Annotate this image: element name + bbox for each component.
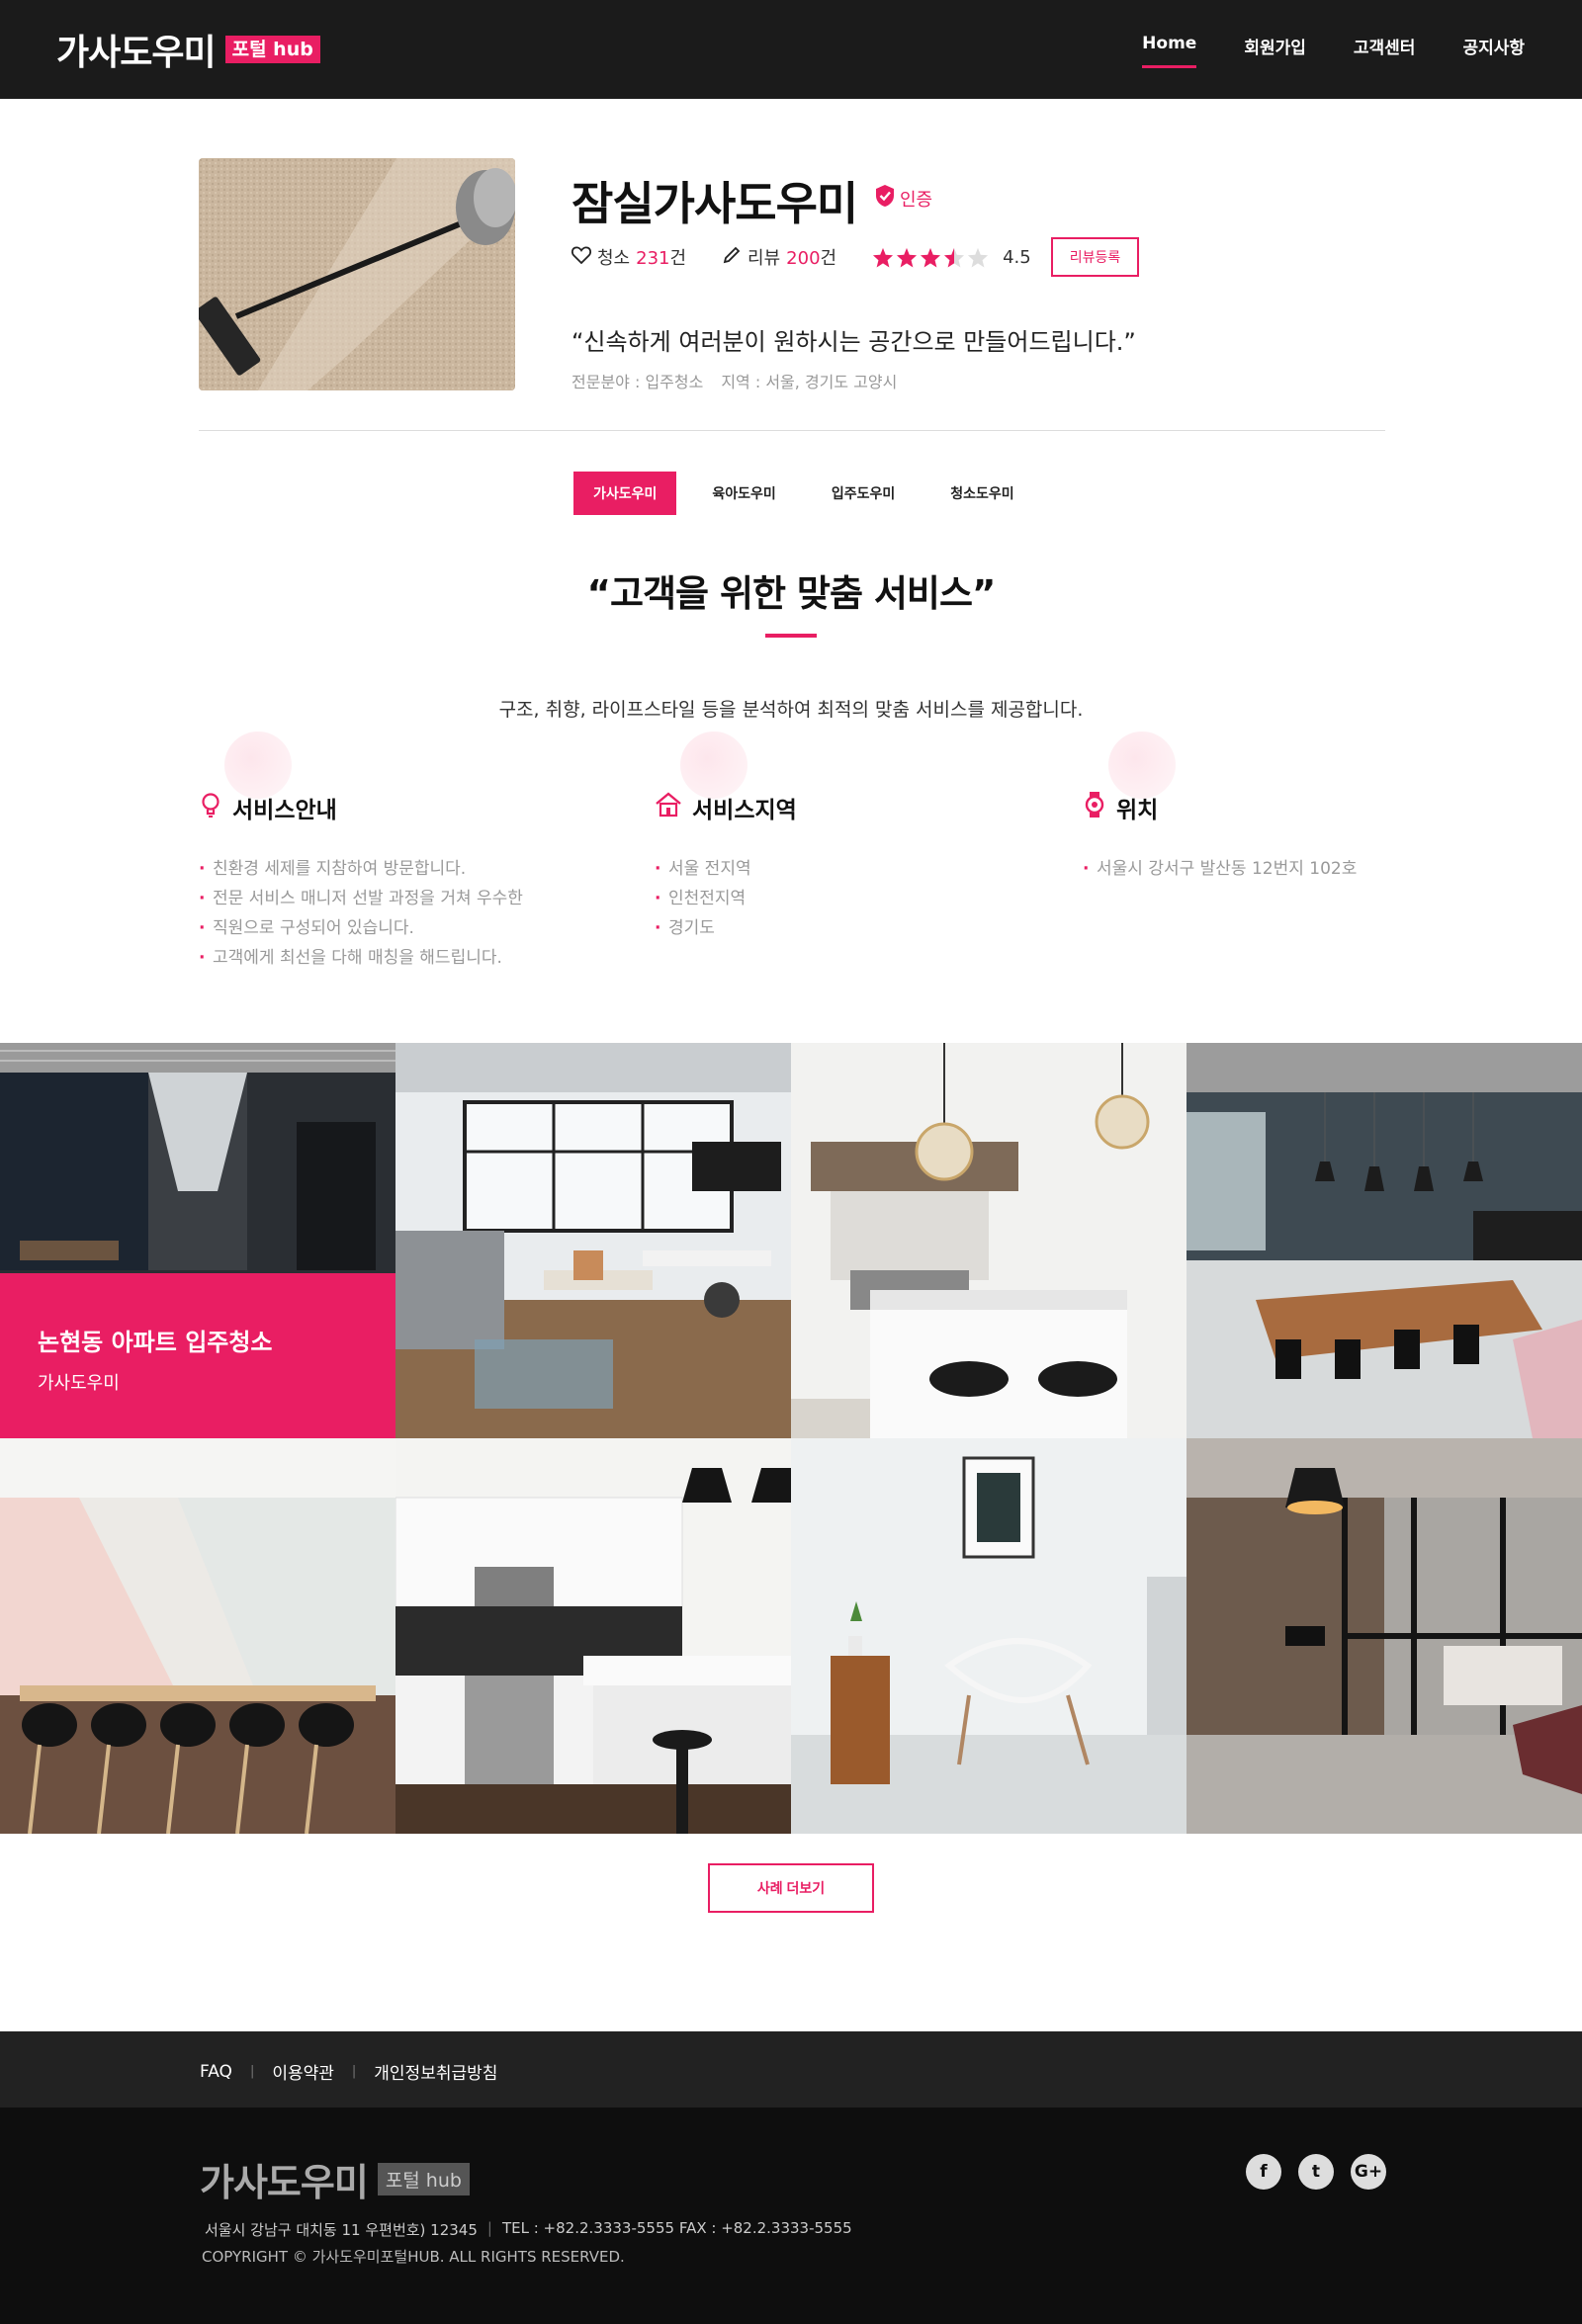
- logo-text: 가사도우미: [56, 33, 217, 73]
- pencil-icon: [722, 245, 742, 270]
- copyright: COPYRIGHT © 가사도우미포털HUB. ALL RIGHTS RESER…: [202, 2248, 625, 2266]
- footer-link-terms[interactable]: 이용약관: [272, 2059, 334, 2084]
- info-title: 위치: [1116, 798, 1159, 823]
- gallery-item[interactable]: [1186, 1438, 1582, 1834]
- list-item: 친환경 세제를 지참하여 방문합니다.: [199, 854, 574, 884]
- info-service-area: 서비스지역 서울 전지역 인천전지역 경기도: [655, 732, 1030, 943]
- clean-label: 청소: [597, 248, 631, 269]
- divider: |: [351, 2064, 357, 2079]
- list-item: 직원으로 구성되어 있습니다.: [199, 913, 574, 943]
- gallery-item[interactable]: [791, 1438, 1186, 1834]
- info-list: 서울시 강서구 발산동 12번지 102호: [1083, 854, 1458, 884]
- facebook-icon[interactable]: f: [1246, 2154, 1281, 2190]
- review-label: 리뷰: [747, 248, 781, 269]
- section-underline: [765, 634, 817, 638]
- site-header: 가사도우미 포털 hub Home 회원가입 고객센터 공지사항: [0, 0, 1582, 99]
- provider-stats: 청소 231건 리뷰 200건 4.5 리뷰등록: [571, 237, 1140, 277]
- nav-signup[interactable]: 회원가입: [1244, 34, 1306, 68]
- write-review-button[interactable]: 리뷰등록: [1050, 237, 1140, 277]
- tab-live-in[interactable]: 입주도우미: [812, 472, 915, 515]
- nav-home[interactable]: Home: [1142, 34, 1197, 68]
- clean-count: 231: [636, 248, 670, 269]
- footer-link-privacy[interactable]: 개인정보취급방침: [374, 2059, 497, 2084]
- shield-check-icon: [874, 184, 896, 213]
- main-nav: Home 회원가입 고객센터 공지사항: [1142, 34, 1525, 68]
- info-location: 위치 서울시 강서구 발산동 12번지 102호: [1083, 732, 1458, 884]
- review-unit: 건: [820, 248, 837, 269]
- lightbulb-icon: [199, 792, 222, 823]
- contact-text: TEL : +82.2.3333-5555 FAX : +82.2.3333-5…: [501, 2219, 852, 2237]
- rating-value: 4.5: [1003, 246, 1031, 268]
- section-title: “고객을 위한 맞춤 서비스”: [586, 572, 997, 615]
- service-tabs: 가사도우미 육아도우미 입주도우미 청소도우미: [573, 472, 1050, 515]
- info-title: 서비스안내: [232, 798, 337, 823]
- profile-photo: [199, 158, 515, 390]
- review-count-stat: 리뷰 200건: [722, 244, 836, 270]
- site-logo[interactable]: 가사도우미 포털 hub: [56, 24, 320, 75]
- heart-icon: [571, 245, 592, 269]
- divider: |: [249, 2064, 255, 2079]
- star-icon: [873, 247, 894, 268]
- star-icon: [897, 247, 918, 268]
- social-links: f t G+: [1246, 2154, 1386, 2190]
- gallery-item[interactable]: [0, 1438, 396, 1834]
- address-text: 서울시 강남구 대치동 11 우편번호) 12345: [205, 2221, 478, 2239]
- provider-name: 잠실가사도우미: [571, 177, 858, 230]
- footer-logo-text: 가사도우미: [200, 2161, 369, 2204]
- nav-notice[interactable]: 공지사항: [1462, 34, 1525, 68]
- region: 지역 : 서울, 경기도 고양시: [721, 373, 898, 391]
- cert-label: 인증: [900, 189, 933, 211]
- logo-badge: 포털 hub: [224, 36, 320, 63]
- tab-childcare[interactable]: 육아도우미: [692, 472, 795, 515]
- footer-links-bar: FAQ | 이용약관 | 개인정보취급방침: [0, 2031, 1582, 2108]
- more-cases-button[interactable]: 사례 더보기: [708, 1863, 874, 1913]
- overlay-title: 논현동 아파트 입주청소: [38, 1329, 273, 1356]
- provider-meta: 전문분야 : 입주청소 지역 : 서울, 경기도 고양시: [571, 369, 897, 392]
- info-list: 서울 전지역 인천전지역 경기도: [655, 854, 1030, 943]
- info-title: 서비스지역: [692, 798, 797, 823]
- footer-address: 서울시 강남구 대치동 11 우편번호) 12345 | TEL : +82.2…: [205, 2219, 852, 2239]
- gallery-item[interactable]: 논현동 아파트 입주청소 가사도우미: [0, 1043, 396, 1438]
- clean-unit: 건: [669, 248, 687, 269]
- specialty: 전문분야 : 입주청소: [571, 373, 704, 391]
- review-count: 200: [786, 248, 821, 269]
- info-list: 친환경 세제를 지참하여 방문합니다. 전문 서비스 매니저 선발 과정을 거쳐…: [199, 854, 574, 973]
- divider: [199, 430, 1385, 431]
- gallery-item[interactable]: [1186, 1043, 1582, 1438]
- gallery-item[interactable]: [396, 1438, 791, 1834]
- list-item: 서울시 강서구 발산동 12번지 102호: [1083, 854, 1458, 884]
- tab-housekeeper[interactable]: 가사도우미: [573, 472, 677, 515]
- rating-stars: [872, 247, 989, 268]
- section-description: 구조, 취향, 라이프스타일 등을 분석하여 최적의 맞춤 서비스를 제공합니다…: [498, 699, 1084, 721]
- star-empty-icon: [968, 247, 989, 268]
- nav-support[interactable]: 고객센터: [1354, 34, 1416, 68]
- site-footer: 가사도우미 포털 hub f t G+ 서울시 강남구 대치동 11 우편번호)…: [0, 2108, 1582, 2324]
- list-item: 서울 전지역: [655, 854, 1030, 884]
- gallery-item[interactable]: [791, 1043, 1186, 1438]
- info-service-guide: 서비스안내 친환경 세제를 지참하여 방문합니다. 전문 서비스 매니저 선발 …: [199, 732, 574, 973]
- twitter-icon[interactable]: t: [1298, 2154, 1334, 2190]
- list-item: 경기도: [655, 913, 1030, 943]
- footer-logo-badge: 포털 hub: [377, 2163, 470, 2195]
- gallery-item[interactable]: [396, 1043, 791, 1438]
- list-item: 인천전지역: [655, 884, 1030, 913]
- overlay-subtitle: 가사도우미: [38, 1373, 120, 1394]
- google-plus-icon[interactable]: G+: [1351, 2154, 1386, 2190]
- provider-quote: “신속하게 여러분이 원하시는 공간으로 만들어드립니다.”: [571, 328, 1136, 356]
- footer-logo: 가사도우미 포털 hub: [200, 2152, 470, 2206]
- clean-count-stat: 청소 231건: [571, 244, 686, 270]
- star-icon: [921, 247, 941, 268]
- certified-badge: 인증: [874, 184, 932, 213]
- star-half-icon: [944, 247, 965, 268]
- list-item: 고객에게 최선을 다해 매칭을 해드립니다.: [199, 943, 574, 973]
- tab-cleaning[interactable]: 청소도우미: [930, 472, 1033, 515]
- house-icon: [655, 792, 682, 823]
- watch-icon: [1083, 791, 1106, 824]
- list-item: 전문 서비스 매니저 선발 과정을 거쳐 우수한: [199, 884, 574, 913]
- footer-link-faq[interactable]: FAQ: [200, 2062, 232, 2082]
- case-gallery: 논현동 아파트 입주청소 가사도우미: [0, 1043, 1582, 1834]
- gallery-overlay: 논현동 아파트 입주청소 가사도우미: [0, 1273, 396, 1438]
